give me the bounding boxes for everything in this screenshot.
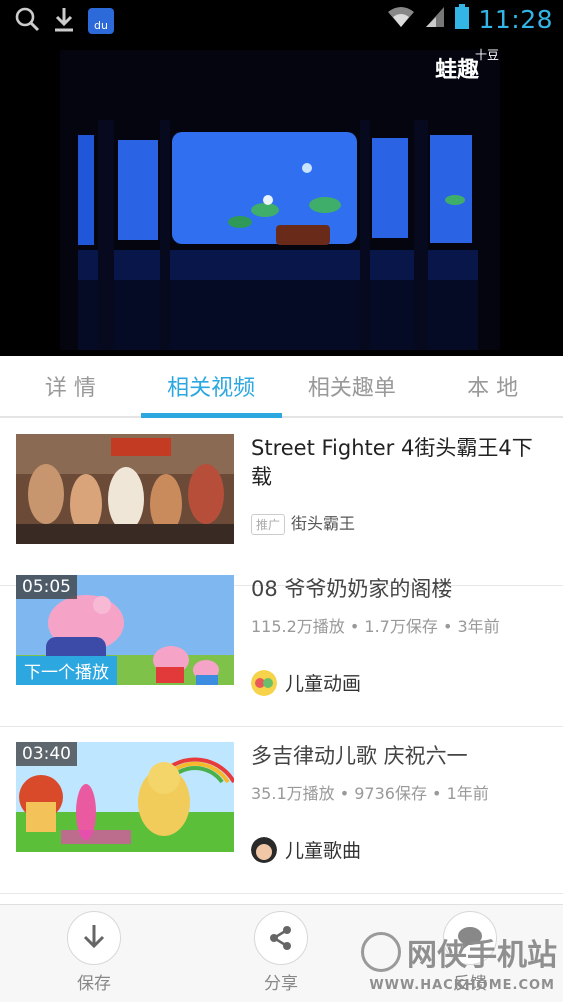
battery-icon [454, 4, 470, 34]
channel-link[interactable]: 儿童歌曲 [251, 836, 361, 863]
share-label: 分享 [264, 974, 298, 994]
avatar [251, 836, 277, 863]
download-icon [52, 6, 76, 36]
site-url: WWW.HACKHOME.COM [369, 978, 555, 993]
site-logo-icon [361, 932, 401, 972]
download-icon [83, 925, 105, 949]
video-title[interactable]: Street Fighter 4街头霸王4下载 [251, 434, 541, 492]
video-title[interactable]: 多吉律动儿歌 庆祝六一 [251, 742, 541, 771]
channel-name[interactable]: 儿童动画 [285, 669, 361, 696]
promo-name: 街头霸王 [291, 514, 356, 533]
list-item[interactable]: 03:40 多吉律动儿歌 庆祝六一 35.1万播放 • 9736保存 • 1年前… [0, 728, 563, 894]
tab-related-videos[interactable]: 相关视频 [140, 356, 282, 418]
video-stats: 35.1万播放 • 9736保存 • 1年前 [251, 784, 489, 803]
list-item[interactable]: 05:05 下一个播放 08 爷爷奶奶家的阁楼 115.2万播放 • 1.7万保… [0, 561, 563, 727]
site-watermark: 网侠手机站 [361, 930, 557, 974]
share-icon [270, 926, 291, 950]
save-icon-circle[interactable] [67, 911, 121, 965]
video-title[interactable]: 08 爷爷奶奶家的阁楼 [251, 575, 541, 604]
tab-related-lists[interactable]: 相关趣单 [282, 356, 423, 416]
video-thumbnail[interactable] [16, 434, 234, 544]
next-play-badge: 下一个播放 [16, 656, 117, 685]
video-frame [0, 40, 563, 356]
watermark-text: 蛙趣 [434, 58, 479, 83]
duration-badge: 05:05 [16, 575, 77, 599]
watermark-sup: 十豆 [474, 48, 499, 62]
signal-icon [424, 5, 446, 33]
share-button[interactable]: 分享 [241, 911, 321, 994]
video-watermark: 蛙趣 十豆 [434, 48, 499, 84]
status-time: 11:28 [478, 4, 553, 34]
avatar [251, 669, 277, 696]
search-icon[interactable] [14, 6, 40, 36]
site-name: 网侠手机站 [407, 938, 557, 973]
video-thumbnail[interactable]: 05:05 下一个播放 [16, 575, 234, 685]
duration-badge: 03:40 [16, 742, 77, 766]
baidu-icon: du [88, 8, 114, 34]
status-bar: du 11:28 [0, 0, 563, 40]
channel-link[interactable]: 儿童动画 [251, 669, 361, 696]
promo-meta: 推广 街头霸王 [251, 510, 355, 535]
promo-tag: 推广 [251, 514, 286, 535]
video-thumbnail[interactable]: 03:40 [16, 742, 234, 852]
video-player[interactable]: 蛙趣 十豆 [0, 40, 563, 356]
tab-bar: 详 情 相关视频 相关趣单 本 地 [0, 356, 563, 418]
save-button[interactable]: 保存 [54, 911, 134, 994]
channel-name[interactable]: 儿童歌曲 [285, 836, 361, 863]
tab-local[interactable]: 本 地 [422, 356, 563, 416]
video-stats: 115.2万播放 • 1.7万保存 • 3年前 [251, 617, 500, 636]
save-label: 保存 [77, 974, 111, 994]
tab-details[interactable]: 详 情 [0, 356, 141, 416]
share-icon-circle[interactable] [254, 911, 308, 965]
wifi-icon [386, 5, 416, 33]
